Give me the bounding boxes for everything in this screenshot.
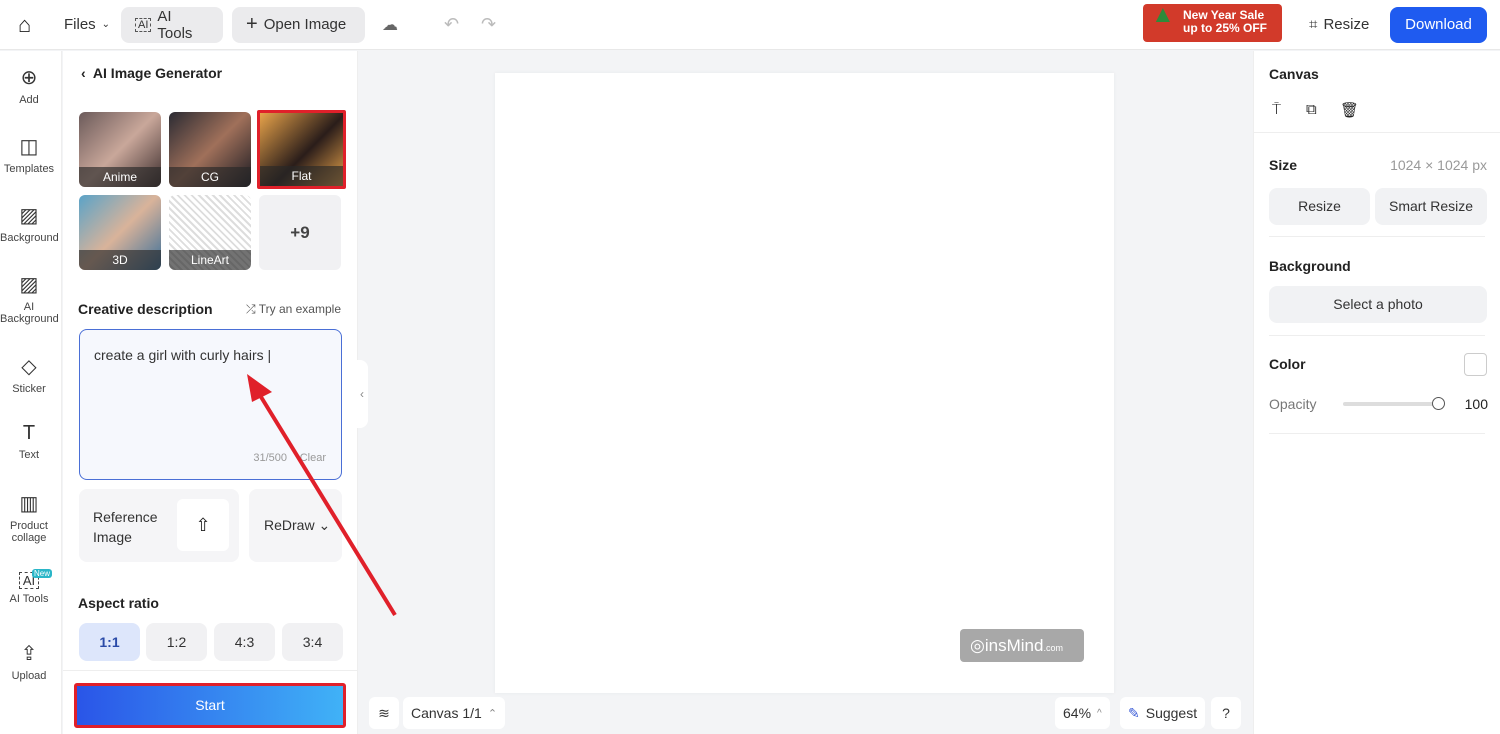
color-label: Color [1269,356,1306,372]
size-label: Size [1269,157,1298,173]
opacity-slider-thumb[interactable] [1432,397,1445,410]
duplicate-icon[interactable]: ⧉ [1306,101,1317,118]
background-label: Background [1269,258,1351,274]
opacity-label: Opacity [1269,396,1317,412]
color-swatch[interactable] [1464,353,1487,376]
resize-button[interactable]: Resize [1269,188,1370,225]
trash-icon[interactable]: 🗑 [1340,101,1359,119]
divider [1254,132,1500,133]
divider [1269,433,1485,434]
properties-panel: Canvas ⍑ ⧉ 🗑 Size 1024 × 1024 px Resize … [1253,51,1500,734]
divider [1269,335,1485,336]
canvas-title: Canvas [1269,66,1319,82]
divider [1269,236,1485,237]
format-paint-icon[interactable]: ⍑ [1272,101,1281,118]
arrow-head [247,374,272,402]
opacity-value: 100 [1464,396,1488,412]
opacity-slider[interactable] [1343,397,1445,410]
size-value: 1024 × 1024 px [1390,157,1487,173]
select-photo-button[interactable]: Select a photo [1269,286,1487,323]
smart-resize-button[interactable]: Smart Resize [1375,188,1487,225]
arrow-shaft [256,390,397,617]
